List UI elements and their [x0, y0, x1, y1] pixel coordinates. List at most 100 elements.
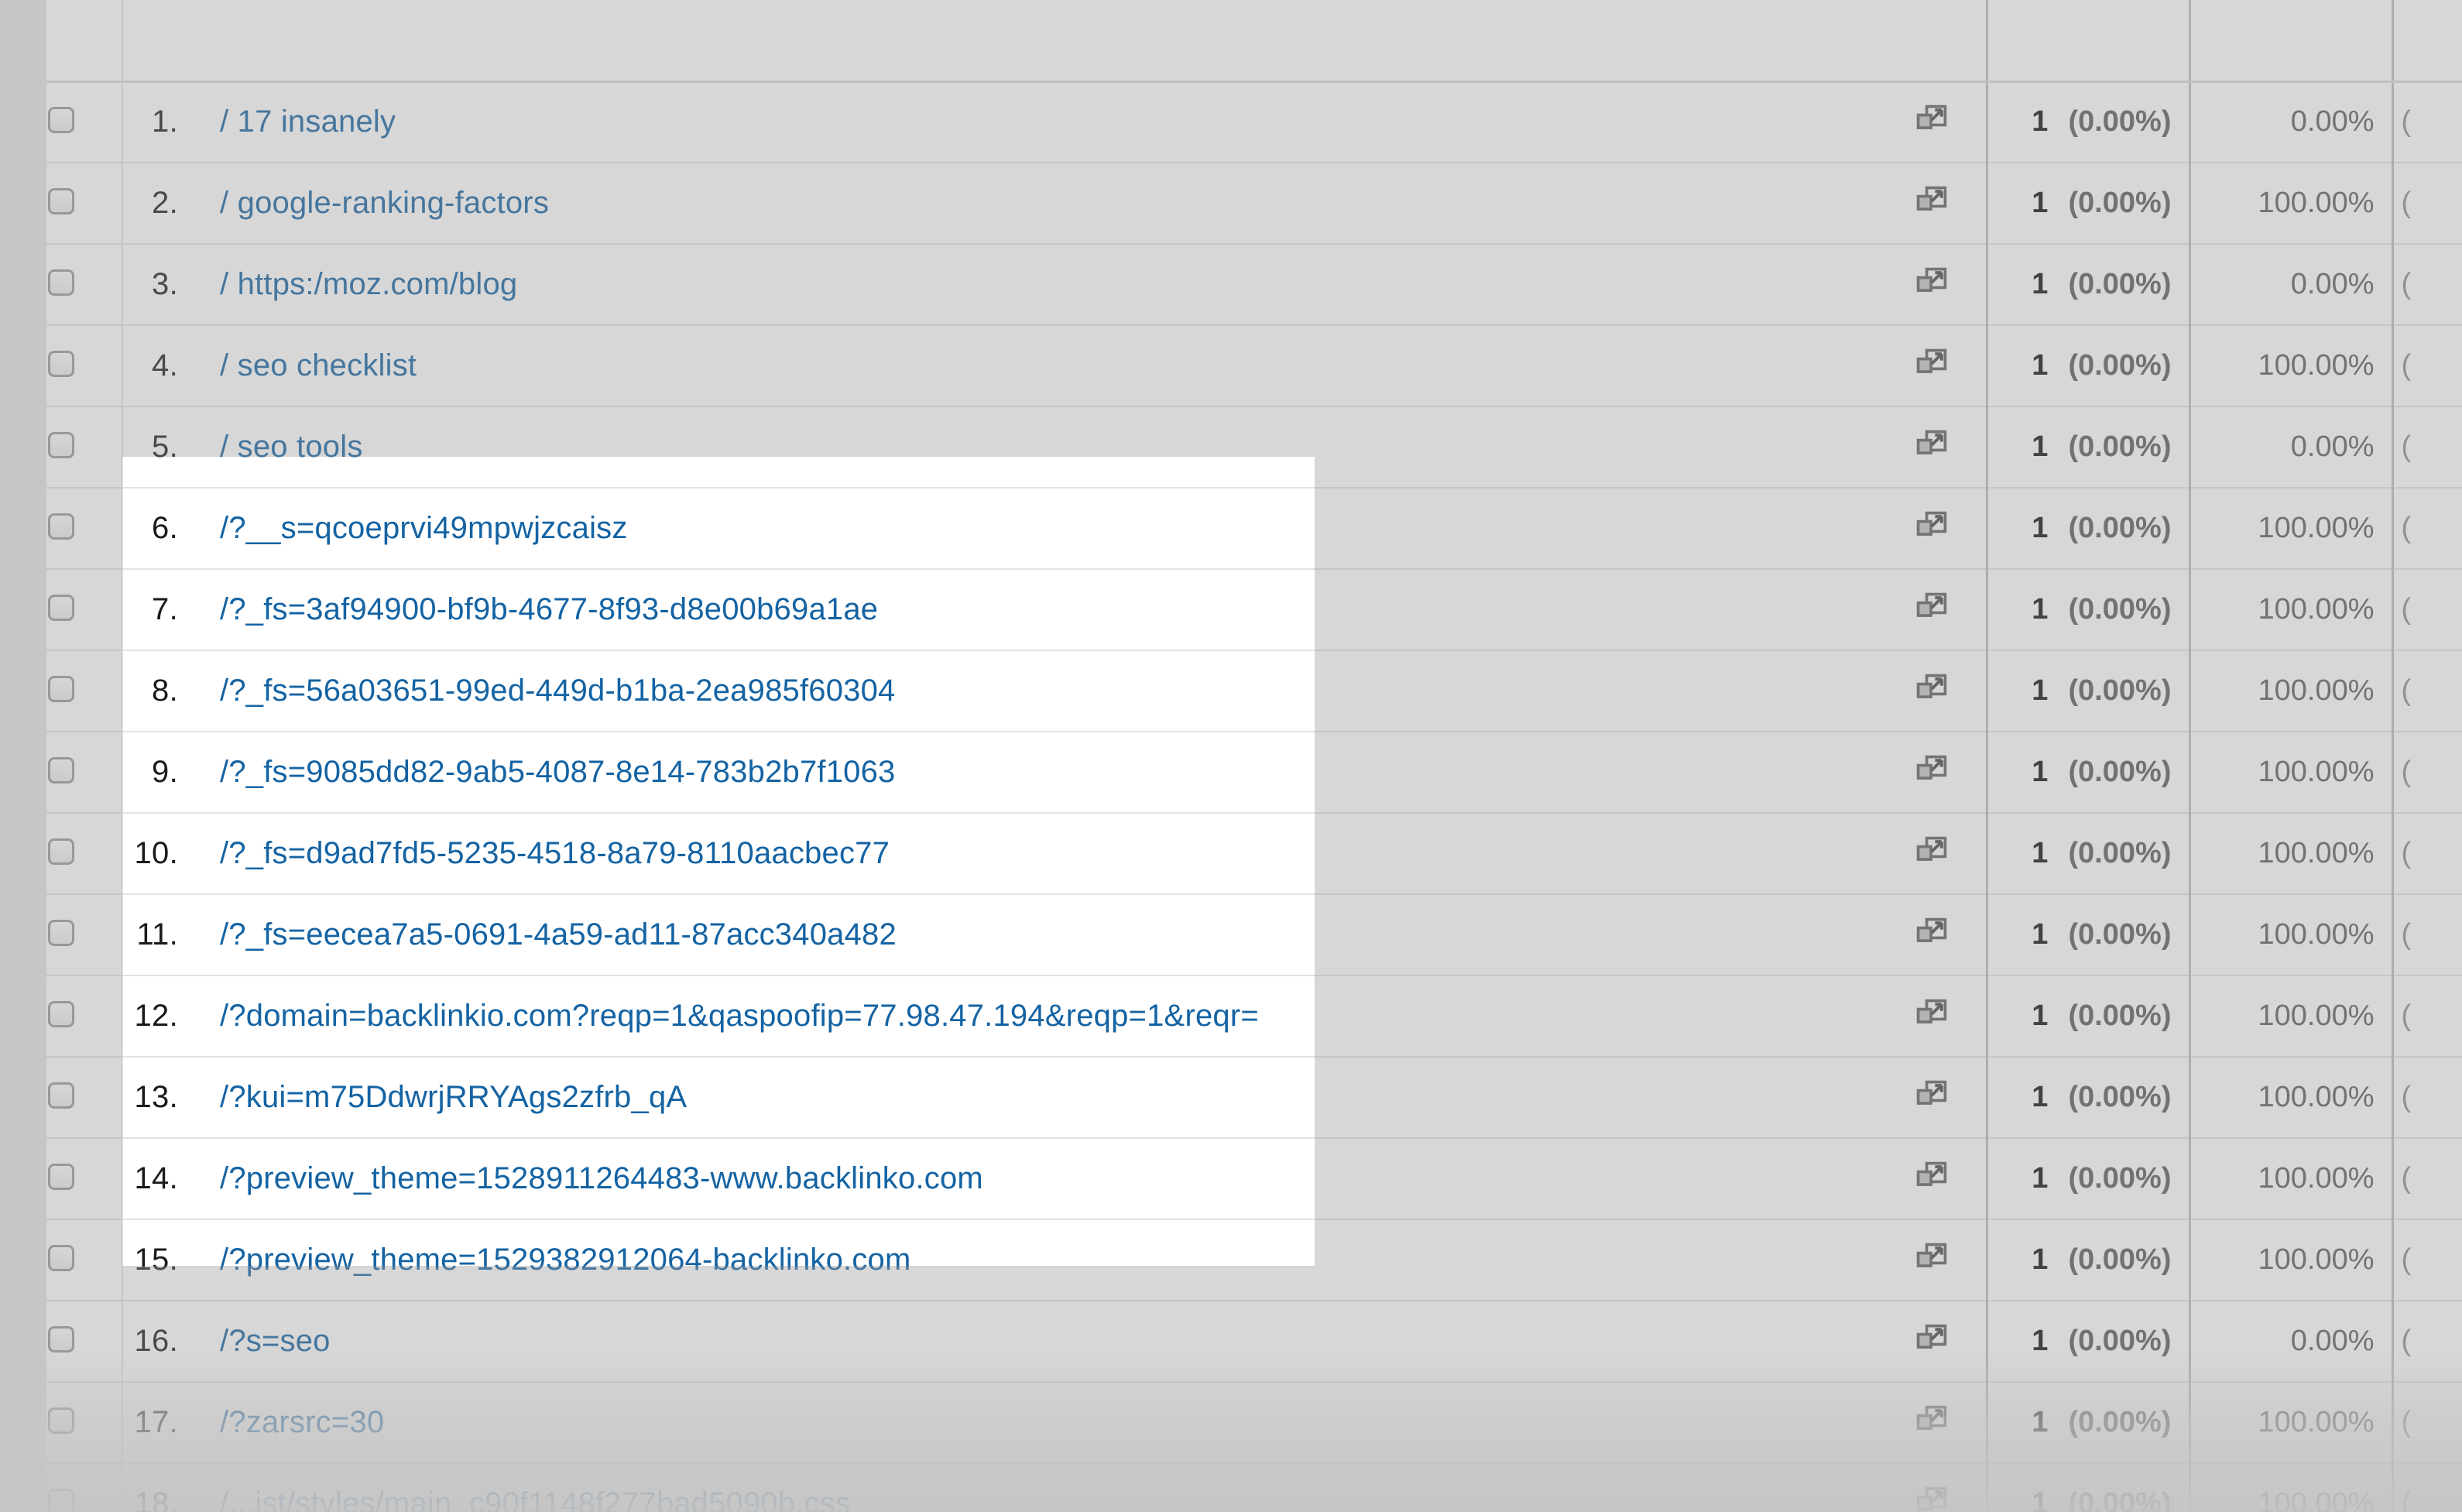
page-path-link[interactable]: /?_fs=3af94900-bf9b-4677-8f93-d8e00b69a1…: [220, 592, 878, 626]
row-page-cell[interactable]: /...ist/styles/main_c90f1148f277bad5090b…: [190, 1463, 1878, 1512]
row-open-cell[interactable]: [1878, 813, 1987, 894]
row-open-cell[interactable]: [1878, 975, 1987, 1057]
page-path-link[interactable]: / https:/moz.com/blog: [220, 267, 517, 301]
table-row[interactable]: 7./?_fs=3af94900-bf9b-4677-8f93-d8e00b69…: [0, 569, 2462, 650]
table-row[interactable]: 15./?preview_theme=1529382912064-backlin…: [0, 1219, 2462, 1301]
table-row[interactable]: 11./?_fs=eecea7a5-0691-4a59-ad11-87acc34…: [0, 894, 2462, 975]
page-path-link[interactable]: /?_fs=9085dd82-9ab5-4087-8e14-783b2b7f10…: [220, 755, 896, 789]
row-checkbox[interactable]: [48, 351, 74, 377]
open-in-new-window-icon[interactable]: [1915, 184, 1949, 218]
open-in-new-window-icon[interactable]: [1915, 103, 1949, 137]
row-open-cell[interactable]: [1878, 488, 1987, 569]
open-in-new-window-icon[interactable]: [1915, 347, 1949, 381]
row-open-cell[interactable]: [1878, 569, 1987, 650]
table-row[interactable]: 2./ google-ranking-factors1(0.00%)100.00…: [0, 163, 2462, 244]
page-path-link[interactable]: /?_fs=56a03651-99ed-449d-b1ba-2ea985f603…: [220, 674, 896, 708]
table-row[interactable]: 3./ https:/moz.com/blog1(0.00%)0.00%(: [0, 244, 2462, 325]
page-path-link[interactable]: / seo checklist: [220, 348, 417, 382]
table-row[interactable]: 18./...ist/styles/main_c90f1148f277bad50…: [0, 1463, 2462, 1512]
open-in-new-window-icon[interactable]: [1915, 1404, 1949, 1438]
open-in-new-window-icon[interactable]: [1915, 672, 1949, 706]
row-checkbox[interactable]: [48, 1407, 74, 1434]
row-page-cell[interactable]: /?preview_theme=1528911264483-www.backli…: [190, 1138, 1878, 1219]
page-path-link[interactable]: /?preview_theme=1529382912064-backlinko.…: [220, 1243, 911, 1277]
table-row[interactable]: 10./?_fs=d9ad7fd5-5235-4518-8a79-8110aac…: [0, 813, 2462, 894]
page-path-link[interactable]: /?preview_theme=1528911264483-www.backli…: [220, 1161, 983, 1195]
row-checkbox[interactable]: [48, 188, 74, 214]
row-page-cell[interactable]: /?_fs=d9ad7fd5-5235-4518-8a79-8110aacbec…: [190, 813, 1878, 894]
page-path-link[interactable]: /?_fs=eecea7a5-0691-4a59-ad11-87acc340a4…: [220, 917, 897, 951]
row-page-cell[interactable]: / seo tools: [190, 406, 1878, 488]
row-checkbox[interactable]: [48, 1245, 74, 1271]
row-page-cell[interactable]: /?_fs=56a03651-99ed-449d-b1ba-2ea985f603…: [190, 650, 1878, 732]
table-row[interactable]: 14./?preview_theme=1528911264483-www.bac…: [0, 1138, 2462, 1219]
page-path-link[interactable]: / google-ranking-factors: [220, 186, 549, 220]
row-open-cell[interactable]: [1878, 1301, 1987, 1382]
page-path-link[interactable]: / seo tools: [220, 430, 363, 464]
row-open-cell[interactable]: [1878, 81, 1987, 163]
row-page-cell[interactable]: / 17 insanely: [190, 81, 1878, 163]
table-row[interactable]: 8./?_fs=56a03651-99ed-449d-b1ba-2ea985f6…: [0, 650, 2462, 732]
table-row[interactable]: 4./ seo checklist1(0.00%)100.00%(: [0, 325, 2462, 406]
page-path-link[interactable]: /?kui=m75DdwrjRRYAgs2zfrb_qA: [220, 1080, 687, 1114]
open-in-new-window-icon[interactable]: [1915, 266, 1949, 300]
open-in-new-window-icon[interactable]: [1915, 1322, 1949, 1356]
open-in-new-window-icon[interactable]: [1915, 753, 1949, 787]
row-page-cell[interactable]: /?s=seo: [190, 1301, 1878, 1382]
table-row[interactable]: 1./ 17 insanely1(0.00%)0.00%(: [0, 81, 2462, 163]
row-checkbox[interactable]: [48, 838, 74, 865]
open-in-new-window-icon[interactable]: [1915, 835, 1949, 869]
open-in-new-window-icon[interactable]: [1915, 428, 1949, 462]
open-in-new-window-icon[interactable]: [1915, 916, 1949, 950]
open-in-new-window-icon[interactable]: [1915, 1078, 1949, 1113]
row-checkbox[interactable]: [48, 1489, 74, 1512]
row-page-cell[interactable]: /?_fs=eecea7a5-0691-4a59-ad11-87acc340a4…: [190, 894, 1878, 975]
page-path-link[interactable]: /?__s=qcoeprvi49mpwjzcaisz: [220, 511, 628, 545]
row-checkbox[interactable]: [48, 107, 74, 133]
row-open-cell[interactable]: [1878, 244, 1987, 325]
row-page-cell[interactable]: / seo checklist: [190, 325, 1878, 406]
header-pageviews-cell[interactable]: [1987, 0, 2189, 81]
row-open-cell[interactable]: [1878, 406, 1987, 488]
table-row[interactable]: 6./?__s=qcoeprvi49mpwjzcaisz1(0.00%)100.…: [0, 488, 2462, 569]
row-page-cell[interactable]: /?preview_theme=1529382912064-backlinko.…: [190, 1219, 1878, 1301]
table-row[interactable]: 13./?kui=m75DdwrjRRYAgs2zfrb_qA1(0.00%)1…: [0, 1057, 2462, 1138]
row-checkbox[interactable]: [48, 676, 74, 702]
header-page-cell[interactable]: [190, 0, 1878, 81]
page-path-link[interactable]: /...ist/styles/main_c90f1148f277bad5090b…: [220, 1486, 851, 1512]
row-page-cell[interactable]: /?__s=qcoeprvi49mpwjzcaisz: [190, 488, 1878, 569]
open-in-new-window-icon[interactable]: [1915, 591, 1949, 625]
table-row[interactable]: 16./?s=seo1(0.00%)0.00%(: [0, 1301, 2462, 1382]
page-path-link[interactable]: / 17 insanely: [220, 105, 396, 139]
open-in-new-window-icon[interactable]: [1915, 509, 1949, 543]
table-row[interactable]: 12./?domain=backlinkio.com?reqp=1&qaspoo…: [0, 975, 2462, 1057]
row-checkbox[interactable]: [48, 920, 74, 946]
row-page-cell[interactable]: /?_fs=3af94900-bf9b-4677-8f93-d8e00b69a1…: [190, 569, 1878, 650]
row-checkbox[interactable]: [48, 1082, 74, 1109]
row-checkbox[interactable]: [48, 1326, 74, 1353]
row-checkbox[interactable]: [48, 432, 74, 458]
row-checkbox[interactable]: [48, 1001, 74, 1027]
row-open-cell[interactable]: [1878, 894, 1987, 975]
row-page-cell[interactable]: /?zarsrc=30: [190, 1382, 1878, 1463]
open-in-new-window-icon[interactable]: [1915, 1160, 1949, 1194]
page-path-link[interactable]: /?zarsrc=30: [220, 1405, 384, 1439]
row-page-cell[interactable]: / google-ranking-factors: [190, 163, 1878, 244]
row-open-cell[interactable]: [1878, 163, 1987, 244]
row-checkbox[interactable]: [48, 595, 74, 621]
row-open-cell[interactable]: [1878, 1382, 1987, 1463]
row-page-cell[interactable]: /?_fs=9085dd82-9ab5-4087-8e14-783b2b7f10…: [190, 732, 1878, 813]
row-open-cell[interactable]: [1878, 1463, 1987, 1512]
row-checkbox[interactable]: [48, 513, 74, 540]
row-open-cell[interactable]: [1878, 1057, 1987, 1138]
table-row[interactable]: 9./?_fs=9085dd82-9ab5-4087-8e14-783b2b7f…: [0, 732, 2462, 813]
table-row[interactable]: 5./ seo tools1(0.00%)0.00%(: [0, 406, 2462, 488]
page-path-link[interactable]: /?s=seo: [220, 1324, 331, 1358]
row-open-cell[interactable]: [1878, 732, 1987, 813]
row-page-cell[interactable]: / https:/moz.com/blog: [190, 244, 1878, 325]
table-row[interactable]: 17./?zarsrc=301(0.00%)100.00%(: [0, 1382, 2462, 1463]
row-open-cell[interactable]: [1878, 1138, 1987, 1219]
row-page-cell[interactable]: /?domain=backlinkio.com?reqp=1&qaspoofip…: [190, 975, 1878, 1057]
row-page-cell[interactable]: /?kui=m75DdwrjRRYAgs2zfrb_qA: [190, 1057, 1878, 1138]
page-path-link[interactable]: /?_fs=d9ad7fd5-5235-4518-8a79-8110aacbec…: [220, 836, 890, 870]
